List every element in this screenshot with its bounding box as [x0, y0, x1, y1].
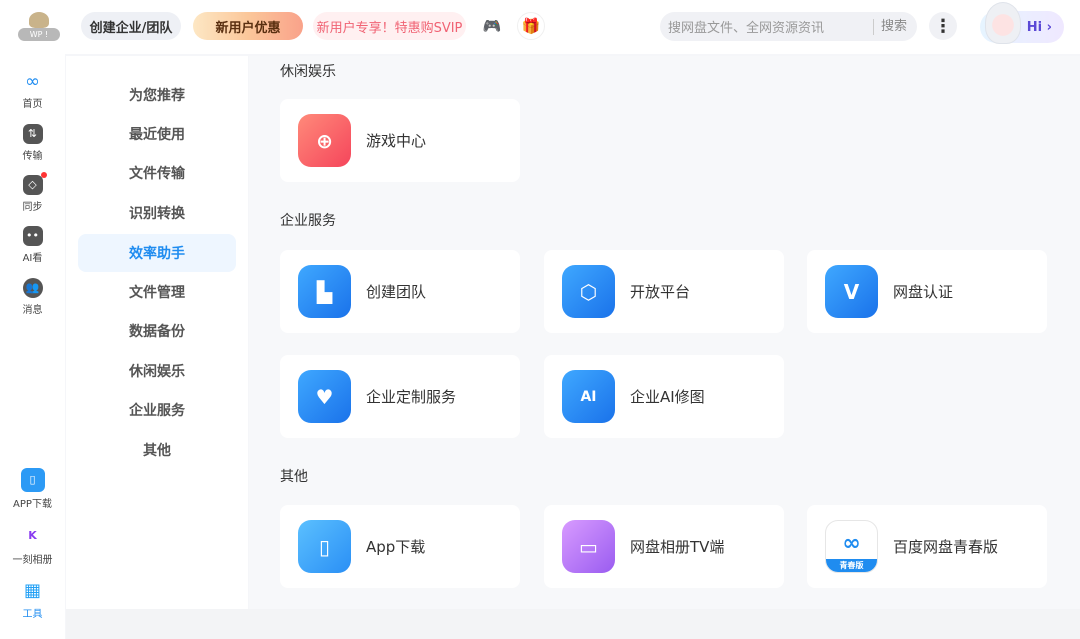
card-ai-retouch[interactable]: AI 企业AI修图 [544, 355, 784, 438]
notification-dot [40, 172, 47, 178]
ai-view-icon: •• [22, 226, 43, 246]
nav-file-management[interactable]: 文件管理 [78, 273, 236, 311]
create-team-button[interactable]: 创建企业/团队 [81, 12, 181, 40]
tools-grid-icon: ▦ [23, 580, 41, 601]
card-label: 游戏中心 [366, 132, 427, 150]
rail-item-tools[interactable]: ▦ 工具 [0, 580, 65, 620]
sync-icon: ◇ [22, 172, 47, 195]
bottom-bar [66, 609, 1080, 639]
nav-enterprise[interactable]: 企业服务 [78, 391, 236, 429]
nav-efficiency[interactable]: 效率助手 [78, 234, 236, 272]
svip-promo-button[interactable]: 新用户专享！特惠购SVIP [313, 12, 466, 40]
top-bar: WP ! 创建企业/团队 新用户优惠 新用户专享！特惠购SVIP 🎮 🎁 搜网盘… [0, 0, 1080, 54]
card-game-center[interactable]: ⊕ 游戏中心 [280, 99, 520, 182]
section-title: 休闲娱乐 [280, 64, 336, 80]
rail-label: 消息 [22, 305, 43, 316]
gamepad-icon: ⊕ [298, 114, 351, 167]
card-label: 百度网盘青春版 [893, 538, 999, 556]
card-label: 企业AI修图 [630, 388, 705, 406]
card-youth-edition[interactable]: ∞ 青春版 百度网盘青春版 [807, 505, 1047, 588]
card-label: 网盘相册TV端 [630, 538, 725, 556]
gift-icon[interactable]: 🎁 [517, 12, 545, 40]
rail-item-messages[interactable]: 👥 消息 [0, 278, 65, 316]
nav-recent[interactable]: 最近使用 [78, 115, 236, 153]
new-user-offer-button[interactable]: 新用户优惠 [193, 12, 303, 40]
rail-item-home[interactable]: ∞ 首页 [0, 71, 65, 111]
card-label: 创建团队 [366, 283, 427, 301]
youth-badge: 青春版 [826, 559, 877, 572]
transfer-icon: ⇅ [22, 124, 43, 144]
rail-item-ai-view[interactable]: •• AI看 [0, 226, 65, 264]
section-title: 其他 [280, 469, 308, 485]
phone-icon: ▯ [298, 520, 351, 573]
baidu-youth-logo-icon: ∞ 青春版 [825, 520, 878, 573]
more-menu-icon[interactable]: ⋮ [929, 12, 957, 40]
rail-item-transfer[interactable]: ⇅ 传输 [0, 124, 65, 162]
album-icon: K [20, 524, 45, 548]
rail-label: 传输 [22, 151, 43, 162]
search-input[interactable]: 搜网盘文件、全网资源资讯 搜索 [660, 12, 917, 41]
rail-label: AI看 [22, 253, 43, 264]
category-nav: 为您推荐 最近使用 文件传输 识别转换 效率助手 文件管理 数据备份 休闲娱乐 … [66, 56, 248, 609]
ai-image-icon: AI [562, 370, 615, 423]
rail-item-sync[interactable]: ◇ 同步 [0, 172, 65, 213]
home-cloud-icon: ∞ [25, 71, 40, 92]
rail-label: 一刻相册 [12, 555, 53, 566]
card-open-platform[interactable]: ⬡ 开放平台 [544, 250, 784, 333]
avatar[interactable] [985, 2, 1021, 44]
rail-item-app-download[interactable]: ▯ APP下载 [0, 468, 65, 510]
rail-label: 工具 [22, 609, 43, 620]
card-tv-album[interactable]: ▭ 网盘相册TV端 [544, 505, 784, 588]
messages-icon: 👥 [22, 278, 43, 298]
user-logo[interactable]: WP ! [18, 12, 60, 44]
card-app-download[interactable]: ▯ App下载 [280, 505, 520, 588]
nav-backup[interactable]: 数据备份 [78, 312, 236, 350]
nav-recognition[interactable]: 识别转换 [78, 194, 236, 232]
section-title: 企业服务 [280, 213, 336, 229]
card-verification[interactable]: V 网盘认证 [807, 250, 1047, 333]
card-label: 企业定制服务 [366, 388, 457, 406]
rail-item-moment-album[interactable]: K 一刻相册 [0, 524, 65, 566]
card-label: App下载 [366, 538, 426, 556]
rail-label: APP下载 [13, 499, 52, 510]
game-icon[interactable]: 🎮 [478, 12, 506, 40]
nav-file-transfer[interactable]: 文件传输 [78, 154, 236, 192]
card-label: 网盘认证 [893, 283, 954, 301]
card-create-team[interactable]: ▙ 创建团队 [280, 250, 520, 333]
card-label: 开放平台 [630, 283, 691, 301]
verify-v-icon: V [825, 265, 878, 318]
heart-handshake-icon: ♥ [298, 370, 351, 423]
tools-content: 休闲娱乐 ⊕ 游戏中心 企业服务 ▙ 创建团队 ⬡ 开放平台 V 网盘认证 ♥ 企业定制服… [249, 56, 1080, 609]
search-placeholder: 搜网盘文件、全网资源资讯 [668, 21, 825, 36]
nav-other[interactable]: 其他 [78, 431, 236, 469]
vip-badge: WP ! [18, 28, 60, 41]
platform-icon: ⬡ [562, 265, 615, 318]
hi-label: Hi › [1026, 19, 1052, 35]
building-icon: ▙ [298, 265, 351, 318]
tv-icon: ▭ [562, 520, 615, 573]
phone-icon: ▯ [20, 468, 45, 492]
left-rail: ∞ 首页 ⇅ 传输 ◇ 同步 •• AI看 👥 消息 ▯ APP下载 K 一刻相册 ▦ 工具 [0, 54, 65, 639]
card-custom-service[interactable]: ♥ 企业定制服务 [280, 355, 520, 438]
search-button[interactable]: 搜索 [872, 18, 907, 35]
rail-label: 首页 [22, 99, 43, 110]
nav-recommended[interactable]: 为您推荐 [78, 76, 236, 114]
nav-leisure[interactable]: 休闲娱乐 [78, 352, 236, 390]
rail-label: 同步 [22, 202, 43, 213]
